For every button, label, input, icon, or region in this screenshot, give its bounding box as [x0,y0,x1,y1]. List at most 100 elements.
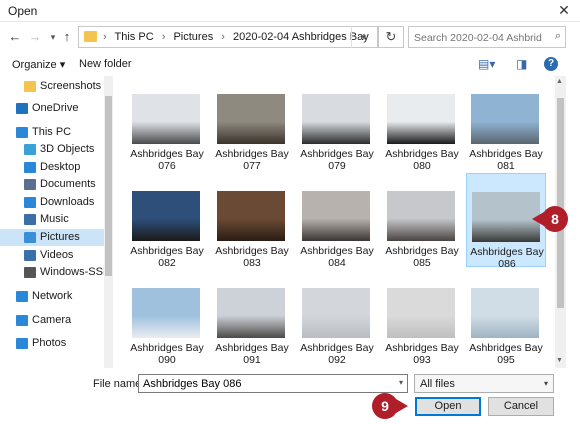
sidebar-item-label: Camera [32,314,72,326]
breadcrumb-this-pc[interactable]: This PC [115,31,154,43]
sidebar-item-music[interactable]: Music [0,211,104,228]
breadcrumb-current-folder[interactable]: 2020-02-04 Ashbridges Bay [233,31,369,43]
sidebar-item-label: Screenshots [40,80,102,92]
open-button[interactable]: Open [415,397,481,416]
file-name-input[interactable] [143,377,383,391]
sidebar-item-label: Network [32,290,73,302]
scroll-down-icon[interactable]: ▼ [556,357,563,364]
cube-icon [24,144,36,155]
music-icon [24,214,36,225]
file-name-caption: Ashbridges Bay 086 [470,246,544,270]
download-icon [24,197,36,208]
file-name-caption: Ashbridges Bay 085 [385,245,459,269]
sidebar-scroll-thumb[interactable] [105,96,112,276]
sidebar-item-3d-objects[interactable]: 3D Objects [0,141,104,158]
file-name-caption: Ashbridges Bay 083 [215,245,289,269]
up-arrow-icon[interactable]: ↑ [58,28,76,46]
command-bar: Organize ▾ New folder ▤▾ ◨ ? [0,54,580,76]
organize-button[interactable]: Organize ▾ [12,58,65,71]
photo-thumbnail [302,191,370,241]
photo-thumbnail [471,94,539,144]
photo-thumbnail [387,94,455,144]
sidebar-item-label: 3D Objects [40,143,95,155]
sidebar-item-label: Windows-SSD (C [40,266,112,278]
cancel-button[interactable]: Cancel [488,397,554,416]
file-name-caption: Ashbridges Bay 084 [300,245,374,269]
new-folder-button[interactable]: New folder [79,58,132,70]
drive-icon [24,267,36,278]
chevron-right-icon: › [103,31,107,43]
sidebar-item-camera[interactable]: Camera [0,312,104,329]
help-icon[interactable]: ? [544,57,558,71]
file-name-caption: Ashbridges Bay 080 [385,148,459,172]
file-item[interactable]: Ashbridges Bay 090 [127,270,207,366]
search-icon: ⌕ [554,30,561,42]
back-arrow-icon[interactable]: ← [6,28,24,46]
sidebar-scrollbar[interactable] [104,76,113,368]
computer-icon [16,127,28,138]
file-type-select[interactable]: All files ▾ [414,374,554,393]
desktop-icon [24,162,36,173]
photo-thumbnail [387,191,455,241]
file-name-caption: Ashbridges Bay 081 [469,148,543,172]
folder-icon [84,31,97,42]
file-type-value: All files [420,378,455,390]
sidebar-item-label: Photos [32,337,67,349]
sidebar-item-windows-ssd-c[interactable]: Windows-SSD (C [0,264,112,281]
title-bar [0,0,580,22]
sidebar-item-onedrive[interactable]: OneDrive [0,100,104,117]
sidebar-item-downloads[interactable]: Downloads [0,194,104,211]
pictures-icon [24,232,36,243]
search-input[interactable] [414,30,542,45]
file-item[interactable]: Ashbridges Bay 080 [382,76,462,172]
file-item[interactable]: Ashbridges Bay 091 [212,270,292,366]
preview-pane-icon[interactable]: ◨ [516,57,527,71]
sidebar-item-videos[interactable]: Videos [0,247,104,264]
chevron-down-icon[interactable]: ▾ [399,378,403,387]
window-title: Open [8,4,38,18]
refresh-icon[interactable]: ↻ [378,26,404,48]
breadcrumb-pictures[interactable]: Pictures [173,31,213,43]
chevron-down-icon: ▾ [543,379,548,388]
photo-thumbnail [472,192,540,242]
file-name-caption: Ashbridges Bay 077 [215,148,289,172]
close-icon[interactable]: ✕ [556,2,572,18]
sidebar-item-label: Pictures [40,231,80,243]
sidebar-item-this-pc[interactable]: This PC [0,124,104,141]
file-name-field[interactable]: ▾ [138,374,408,393]
view-options-icon[interactable]: ▤▾ [478,57,495,71]
breadcrumb: › This PC › Pictures › 2020-02-04 Ashbri… [103,31,369,43]
search-box[interactable]: ⌕ [408,26,566,48]
folder-icon [24,81,36,92]
file-item[interactable]: Ashbridges Bay 076 [127,76,207,172]
sidebar-item-label: This PC [32,126,72,138]
sidebar-item-label: Desktop [40,161,81,173]
file-item[interactable]: Ashbridges Bay 079 [297,76,377,172]
sidebar-item-network[interactable]: Network [0,288,104,305]
callout-step-8: 8 [542,206,568,232]
file-item[interactable]: Ashbridges Bay 095 [466,270,546,366]
file-item[interactable]: Ashbridges Bay 081 [466,76,546,172]
chevron-right-icon: › [221,31,225,43]
photo-thumbnail [217,288,285,338]
scroll-up-icon[interactable]: ▲ [556,78,563,85]
sidebar-item-screenshots[interactable]: Screenshots [0,78,104,95]
file-list-scroll-thumb[interactable] [557,98,564,308]
sidebar-item-documents[interactable]: Documents [0,176,104,193]
sidebar-item-desktop[interactable]: Desktop [0,159,104,176]
file-item[interactable]: Ashbridges Bay 092 [297,270,377,366]
file-item[interactable]: Ashbridges Bay 082 [127,173,207,269]
file-item[interactable]: Ashbridges Bay 077 [212,76,292,172]
sidebar-item-label: OneDrive [32,102,79,114]
sidebar-item-photos[interactable]: Photos [0,335,104,352]
sidebar-item-pictures[interactable]: Pictures [0,229,104,246]
file-item[interactable]: Ashbridges Bay 084 [297,173,377,269]
file-item[interactable]: Ashbridges Bay 083 [212,173,292,269]
photo-thumbnail [132,191,200,241]
file-item[interactable]: Ashbridges Bay 093 [382,270,462,366]
address-dropdown-icon[interactable]: ▾ [351,26,376,48]
file-item[interactable]: Ashbridges Bay 085 [382,173,462,269]
forward-arrow-icon[interactable]: → [26,28,44,46]
address-bar[interactable]: › This PC › Pictures › 2020-02-04 Ashbri… [78,26,378,48]
photo-thumbnail [132,94,200,144]
